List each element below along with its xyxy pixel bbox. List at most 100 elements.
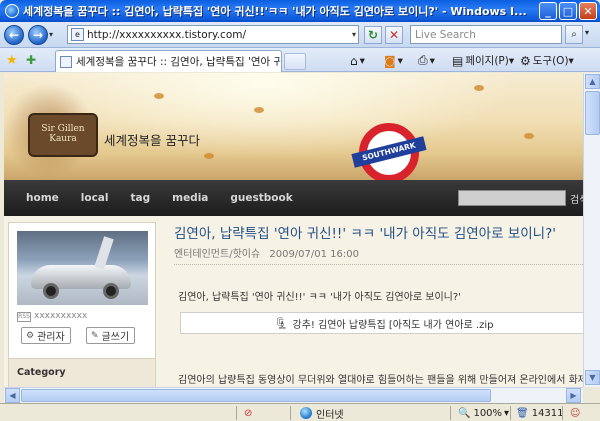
attachment-label: 강추! 김연아 납량특집 [아직도 내가 연아로 .zip — [292, 319, 494, 331]
window-title: 세계정복을 꿈꾸다 :: 김연아, 납략특집 '연아 귀신!!'ㅋㅋ '내가 아… — [23, 5, 527, 18]
zoom-level: 100% — [473, 407, 503, 419]
blog-body: RSS xxxxxxxxxx ⚙ 관리자 ✎ 글쓰기 Category 김연아, 납략… — [4, 216, 583, 387]
blog-search-button[interactable]: 검색 — [570, 191, 583, 206]
write-button[interactable]: ✎ 글쓰기 — [86, 327, 136, 344]
history-dropdown-icon[interactable]: ▾ — [49, 30, 59, 39]
nav-home[interactable]: home — [26, 192, 59, 204]
stop-button[interactable]: ✕ — [385, 26, 403, 44]
gear-icon: ⚙ — [26, 330, 35, 341]
home-button[interactable]: ⌂ ▾ — [350, 52, 365, 69]
zoom-dropdown-icon: ▾ — [504, 407, 510, 419]
blog-search-input[interactable] — [458, 190, 566, 206]
search-options-icon[interactable]: ▾ — [585, 28, 589, 37]
post-meta: 엔터테인먼트/핫이슈 2009/07/01 16:00 — [174, 245, 359, 260]
security-zone[interactable]: 인터넷 — [300, 406, 344, 421]
pencil-icon: ✎ — [91, 330, 99, 341]
new-tab-button[interactable] — [284, 53, 306, 70]
address-bar[interactable]: e http://xxxxxxxxxx.tistory.com/ ▾ — [67, 25, 359, 44]
window-controls: _ □ ✕ — [539, 2, 597, 20]
post-intro: 김연아, 납략특집 '연아 귀신!!' ㅋㅋ '내가 아직도 김연아로 보이니?… — [178, 292, 461, 303]
home-icon: ⌂ — [350, 53, 358, 68]
minimize-button[interactable]: _ — [539, 2, 557, 20]
leaf-decoration — [204, 153, 214, 159]
nav-local[interactable]: local — [81, 192, 109, 204]
zip-file-icon: 🗜 — [274, 316, 289, 330]
page-icon: e — [71, 28, 84, 41]
admin-button-label: 관리자 — [37, 332, 65, 343]
trash-icon: 🗑 — [516, 407, 529, 419]
tools-menu-label: 도구(O) — [532, 55, 569, 67]
page-menu-label: 페이지(P) — [465, 55, 509, 67]
smiley-icon[interactable]: ☺ — [570, 406, 580, 420]
back-button[interactable]: ← — [4, 24, 24, 45]
scroll-left-button[interactable]: ◀ — [5, 388, 20, 403]
blog-nav: home local tag media guestbook 검색 — [4, 180, 583, 216]
search-button[interactable]: ⌕ — [565, 25, 583, 44]
tools-menu-button[interactable]: ⚙ 도구(O) ▾ — [520, 52, 574, 69]
scroll-up-button[interactable]: ▲ — [585, 74, 600, 89]
forward-button[interactable]: → — [28, 24, 48, 45]
status-count: 14311 — [531, 407, 564, 419]
feeds-button[interactable]: ◙ ▾ — [384, 52, 403, 69]
post-category[interactable]: 엔터테인먼트/핫이슈 — [174, 249, 260, 260]
rss-icon: ◙ — [384, 53, 396, 68]
blog-logo[interactable]: Sir Gillen Kaura — [28, 113, 98, 157]
admin-button[interactable]: ⚙ 관리자 — [21, 327, 71, 344]
nav-media[interactable]: media — [172, 192, 208, 204]
printer-icon: ⎙ — [418, 53, 428, 67]
globe-icon — [300, 407, 312, 419]
rss-badge[interactable]: RSS — [17, 312, 31, 322]
leaf-decoration — [154, 93, 164, 99]
blog-title[interactable]: 세계정복을 꿈꾸다 — [104, 130, 200, 149]
leaf-decoration — [254, 107, 264, 113]
scroll-down-button[interactable]: ▼ — [585, 370, 600, 385]
tab-current-page[interactable]: 세계정복을 꿈꾸다 :: 김연아, 납략특집 '연아 귀... — [55, 50, 282, 72]
status-bar: ⊘ 인터넷 🔍 100% ▾ 🗑 14311 ☺ — [0, 403, 600, 421]
window-titlebar: 세계정복을 꿈꾸다 :: 김연아, 납략특집 '연아 귀신!!'ㅋㅋ '내가 아… — [0, 0, 600, 22]
refresh-button[interactable]: ↻ — [364, 26, 382, 44]
privacy-icon[interactable]: ⊘ — [244, 406, 252, 420]
post-body: 김연아의 납량특집 동영상이 무더위와 열대야로 힘들어하는 팬들을 위해 만들… — [178, 375, 583, 386]
close-button[interactable]: ✕ — [579, 2, 597, 20]
page-menu-icon: ▤ — [452, 53, 464, 68]
search-placeholder: Live Search — [415, 28, 476, 41]
logo-text: Sir Gillen Kaura — [41, 124, 85, 144]
vertical-scroll-thumb[interactable] — [585, 91, 600, 135]
print-button[interactable]: ⎙ ▾ — [418, 52, 435, 69]
tab-label: 세계정복을 꿈꾸다 :: 김연아, 납략특집 '연아 귀... — [76, 56, 282, 68]
leaf-decoration — [474, 85, 484, 91]
magnifier-icon: 🔍 — [458, 407, 471, 419]
counter-cell: 🗑 14311 — [516, 406, 564, 420]
web-content: Sir Gillen Kaura 세계정복을 꿈꾸다 SOUTHWARK hom… — [4, 73, 583, 387]
attachment-box[interactable]: 🗜 강추! 김연아 납량특집 [아직도 내가 연아로 .zip — [180, 312, 583, 334]
maximize-button[interactable]: □ — [559, 2, 577, 20]
post-date: 2009/07/01 16:00 — [269, 249, 359, 260]
favorites-star-icon[interactable]: ★ — [6, 53, 18, 68]
write-button-label: 글쓰기 — [101, 332, 130, 343]
category-box: Category — [9, 358, 155, 387]
category-title: Category — [17, 367, 66, 378]
add-favorites-icon[interactable]: ✚ — [26, 53, 36, 67]
leaf-decoration — [524, 133, 534, 139]
profile-image — [17, 231, 148, 305]
page-menu-button[interactable]: ▤ 페이지(P) ▾ — [452, 52, 514, 69]
post-title[interactable]: 김연아, 납략특집 '연아 귀신!!' ㅋㅋ '내가 아직도 김연아로 보이니?… — [174, 222, 556, 242]
internet-explorer-icon — [5, 4, 19, 18]
post-divider — [174, 264, 583, 265]
search-input[interactable]: Live Search — [410, 25, 562, 44]
horizontal-scrollbar[interactable]: ◀ ▶ — [4, 387, 583, 403]
zoom-control[interactable]: 🔍 100% ▾ — [458, 406, 509, 420]
nav-tag[interactable]: tag — [131, 192, 151, 204]
blog-header-banner: Sir Gillen Kaura 세계정복을 꿈꾸다 SOUTHWARK — [4, 73, 583, 183]
sidebar: RSS xxxxxxxxxx ⚙ 관리자 ✎ 글쓰기 Category — [8, 222, 156, 387]
nav-guestbook[interactable]: guestbook — [230, 192, 292, 204]
car-wheel — [43, 283, 59, 299]
vertical-scrollbar[interactable]: ▲ ▼ — [583, 73, 600, 387]
scroll-right-button[interactable]: ▶ — [566, 388, 581, 403]
tab-toolbar: ★ ✚ 세계정복을 꿈꾸다 :: 김연아, 납략특집 '연아 귀... ⌂ ▾ ◙… — [0, 48, 600, 72]
page-icon — [60, 55, 72, 68]
address-dropdown-icon[interactable]: ▾ — [352, 30, 356, 39]
profile-name: RSS xxxxxxxxxx — [17, 311, 87, 322]
horizontal-scroll-thumb[interactable] — [21, 389, 491, 402]
car-wheel — [103, 283, 119, 299]
